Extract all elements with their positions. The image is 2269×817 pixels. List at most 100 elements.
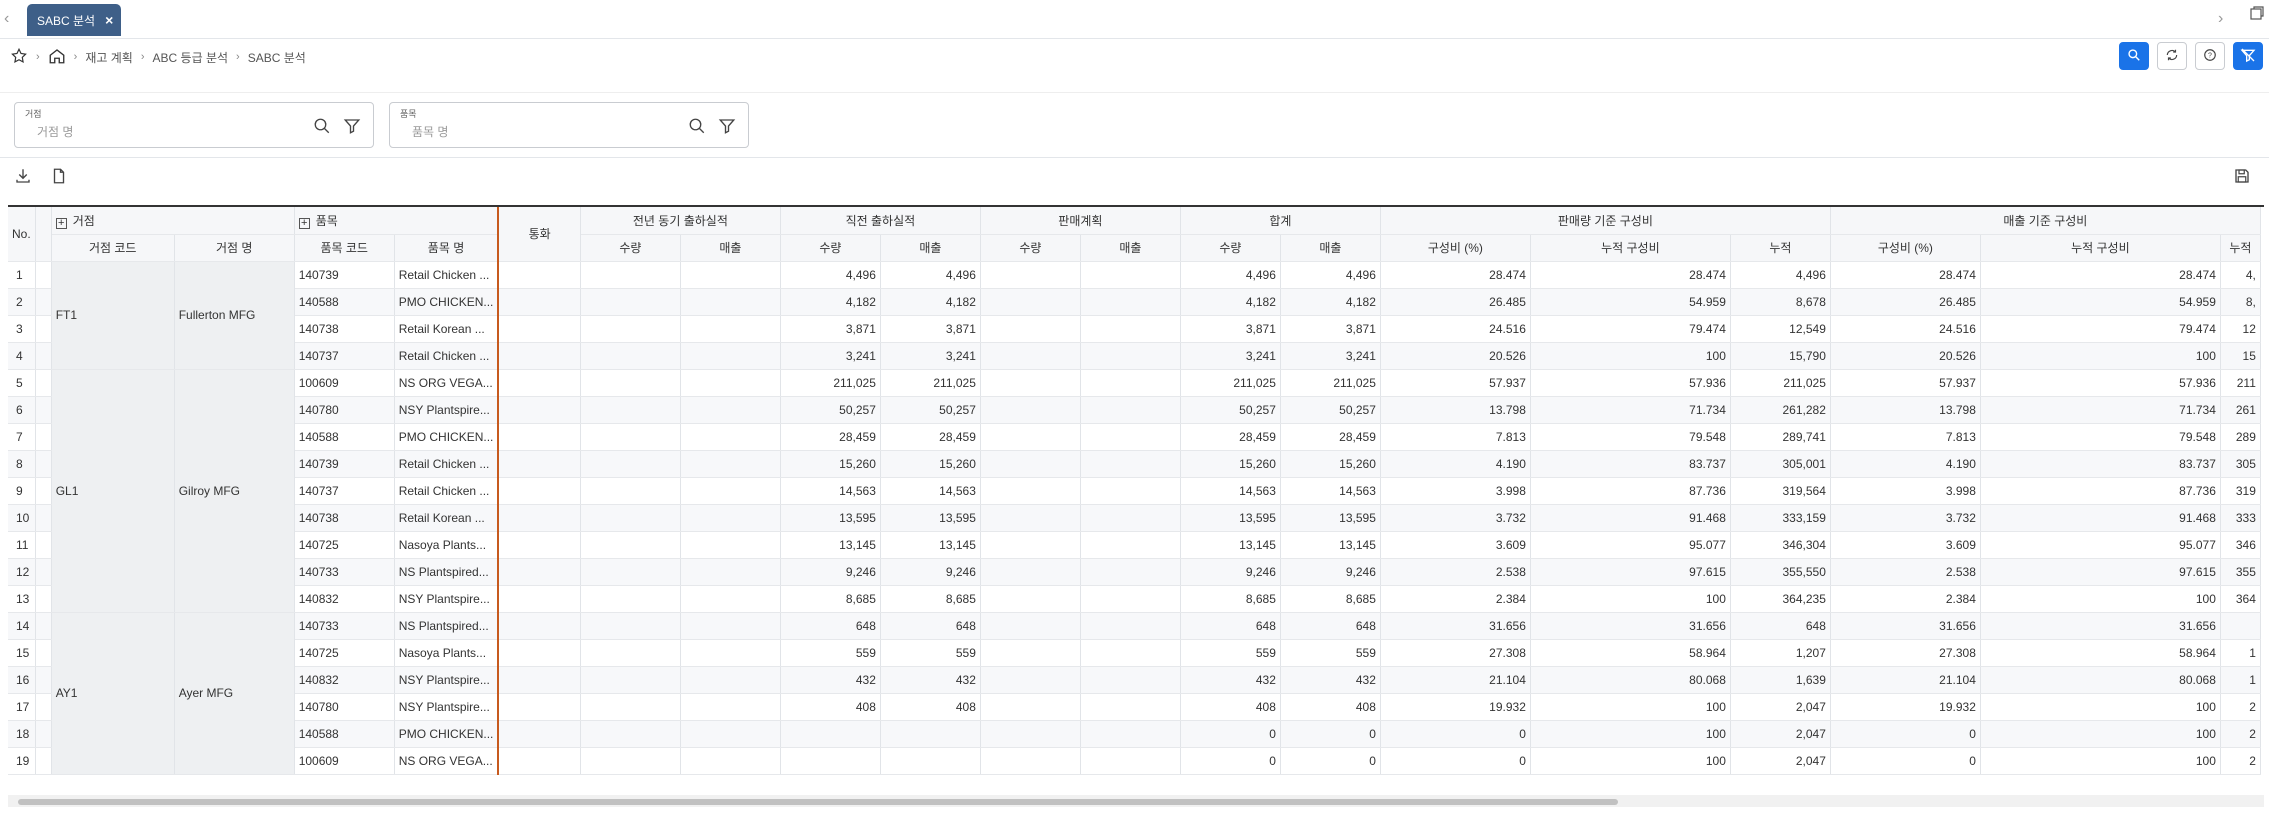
st-cell[interactable]: 0 — [1280, 747, 1381, 775]
r1-cell[interactable]: 3.998 — [1380, 477, 1531, 505]
s2-cell[interactable]: 4,496 — [880, 261, 981, 289]
table-row[interactable]: 9 140737 Retail Chicken ... 14,563 14,563 14,… — [8, 477, 2261, 505]
item-name-cell[interactable]: Retail Korean ... — [394, 504, 500, 532]
n1-cell[interactable]: 15,790 — [1730, 342, 1831, 370]
item-code-cell[interactable]: 100609 — [294, 747, 395, 775]
q1-cell[interactable] — [580, 396, 681, 424]
s3-cell[interactable] — [1080, 531, 1181, 559]
s2-cell[interactable]: 50,257 — [880, 396, 981, 424]
s3-cell[interactable] — [1080, 261, 1181, 289]
help-button[interactable]: ? — [2195, 42, 2225, 70]
filter-icon[interactable] — [343, 117, 361, 138]
q2-cell[interactable]: 13,595 — [780, 504, 881, 532]
q2-cell[interactable]: 13,145 — [780, 531, 881, 559]
row-checkbox[interactable] — [35, 261, 52, 289]
s3-cell[interactable] — [1080, 612, 1181, 640]
qt-cell[interactable]: 0 — [1180, 747, 1281, 775]
s3-cell[interactable] — [1080, 720, 1181, 748]
site-filter-field[interactable]: 거점 거점 명 — [14, 102, 374, 148]
r1-cell[interactable]: 13.798 — [1380, 396, 1531, 424]
table-row[interactable]: 5 GL1 Gilroy MFG 100609 NS ORG VEGA... 211,02… — [8, 369, 2261, 613]
item-name-cell[interactable]: NS Plantspired... — [394, 612, 500, 640]
r1-cell[interactable]: 7.813 — [1380, 423, 1531, 451]
q2-cell[interactable]: 28,459 — [780, 423, 881, 451]
qt-cell[interactable]: 408 — [1180, 693, 1281, 721]
c1-cell[interactable]: 28.474 — [1530, 261, 1731, 289]
s2-cell[interactable]: 28,459 — [880, 423, 981, 451]
n2-cell[interactable]: 8, — [2220, 288, 2261, 316]
row-checkbox[interactable] — [35, 666, 52, 694]
st-cell[interactable]: 50,257 — [1280, 396, 1381, 424]
s1-cell[interactable] — [680, 396, 781, 424]
c1-cell[interactable]: 54.959 — [1530, 288, 1731, 316]
item-code-cell[interactable]: 140733 — [294, 558, 395, 586]
q2-cell[interactable]: 432 — [780, 666, 881, 694]
c2-cell[interactable]: 87.736 — [1980, 477, 2221, 505]
q3-cell[interactable] — [980, 288, 1081, 316]
r2-cell[interactable]: 3.732 — [1830, 504, 1981, 532]
q2-cell[interactable]: 4,182 — [780, 288, 881, 316]
qt-cell[interactable]: 4,182 — [1180, 288, 1281, 316]
s3-cell[interactable] — [1080, 666, 1181, 694]
s1-cell[interactable] — [680, 585, 781, 613]
c1-cell[interactable]: 97.615 — [1530, 558, 1731, 586]
r1-cell[interactable]: 3.732 — [1380, 504, 1531, 532]
r1-cell[interactable]: 21.104 — [1380, 666, 1531, 694]
item-code-cell[interactable]: 140725 — [294, 639, 395, 667]
qt-cell[interactable]: 3,241 — [1180, 342, 1281, 370]
s2-cell[interactable]: 13,595 — [880, 504, 981, 532]
n2-cell[interactable]: 1 — [2220, 639, 2261, 667]
c1-cell[interactable]: 57.936 — [1530, 369, 1731, 397]
q3-cell[interactable] — [980, 531, 1081, 559]
r1-cell[interactable]: 26.485 — [1380, 288, 1531, 316]
item-code-cell[interactable]: 100609 — [294, 369, 395, 397]
download-icon[interactable] — [14, 167, 32, 188]
r1-cell[interactable]: 28.474 — [1380, 261, 1531, 289]
save-icon[interactable] — [2233, 167, 2251, 188]
n1-cell[interactable]: 2,047 — [1730, 693, 1831, 721]
window-restore-icon[interactable] — [2250, 6, 2264, 23]
table-row[interactable]: 10 140738 Retail Korean ... 13,595 13,595 13,… — [8, 504, 2261, 532]
s2-cell[interactable]: 4,182 — [880, 288, 981, 316]
s2-cell[interactable]: 648 — [880, 612, 981, 640]
expand-plus-icon[interactable]: + — [298, 217, 310, 229]
st-cell[interactable]: 4,496 — [1280, 261, 1381, 289]
r2-cell[interactable]: 0 — [1830, 747, 1981, 775]
item-name-cell[interactable]: Nasoya Plants... — [394, 639, 500, 667]
row-checkbox[interactable] — [35, 504, 52, 532]
n1-cell[interactable]: 261,282 — [1730, 396, 1831, 424]
q3-cell[interactable] — [980, 342, 1081, 370]
n2-cell[interactable]: 346 — [2220, 531, 2261, 559]
n2-cell[interactable]: 15 — [2220, 342, 2261, 370]
item-code-cell[interactable]: 140588 — [294, 423, 395, 451]
s2-cell[interactable]: 408 — [880, 693, 981, 721]
row-checkbox[interactable] — [35, 396, 52, 424]
item-code-cell[interactable]: 140780 — [294, 693, 395, 721]
s1-cell[interactable] — [680, 612, 781, 640]
n2-cell[interactable]: 289 — [2220, 423, 2261, 451]
qt-cell[interactable]: 28,459 — [1180, 423, 1281, 451]
table-row[interactable]: 11 140725 Nasoya Plants... 13,145 13,145 13,1… — [8, 531, 2261, 559]
item-code-cell[interactable]: 140588 — [294, 288, 395, 316]
c2-cell[interactable]: 79.474 — [1980, 315, 2221, 343]
n2-cell[interactable]: 333 — [2220, 504, 2261, 532]
q1-cell[interactable] — [580, 477, 681, 505]
r2-cell[interactable]: 27.308 — [1830, 639, 1981, 667]
s3-cell[interactable] — [1080, 477, 1181, 505]
item-code-cell[interactable]: 140738 — [294, 504, 395, 532]
st-cell[interactable]: 15,260 — [1280, 450, 1381, 478]
s3-cell[interactable] — [1080, 693, 1181, 721]
c2-cell[interactable]: 100 — [1980, 693, 2221, 721]
q2-cell[interactable]: 559 — [780, 639, 881, 667]
row-checkbox[interactable] — [35, 450, 52, 478]
table-row[interactable]: 15 140725 Nasoya Plants... 559 559 559 559 27.3… — [8, 639, 2261, 667]
row-checkbox[interactable] — [35, 585, 52, 613]
c2-cell[interactable]: 83.737 — [1980, 450, 2221, 478]
currency-cell[interactable] — [498, 342, 581, 370]
n1-cell[interactable]: 2,047 — [1730, 720, 1831, 748]
q3-cell[interactable] — [980, 558, 1081, 586]
table-row[interactable]: 8 140739 Retail Chicken ... 15,260 15,260 15,… — [8, 450, 2261, 478]
c2-cell[interactable]: 91.468 — [1980, 504, 2221, 532]
qt-cell[interactable]: 9,246 — [1180, 558, 1281, 586]
s1-cell[interactable] — [680, 531, 781, 559]
